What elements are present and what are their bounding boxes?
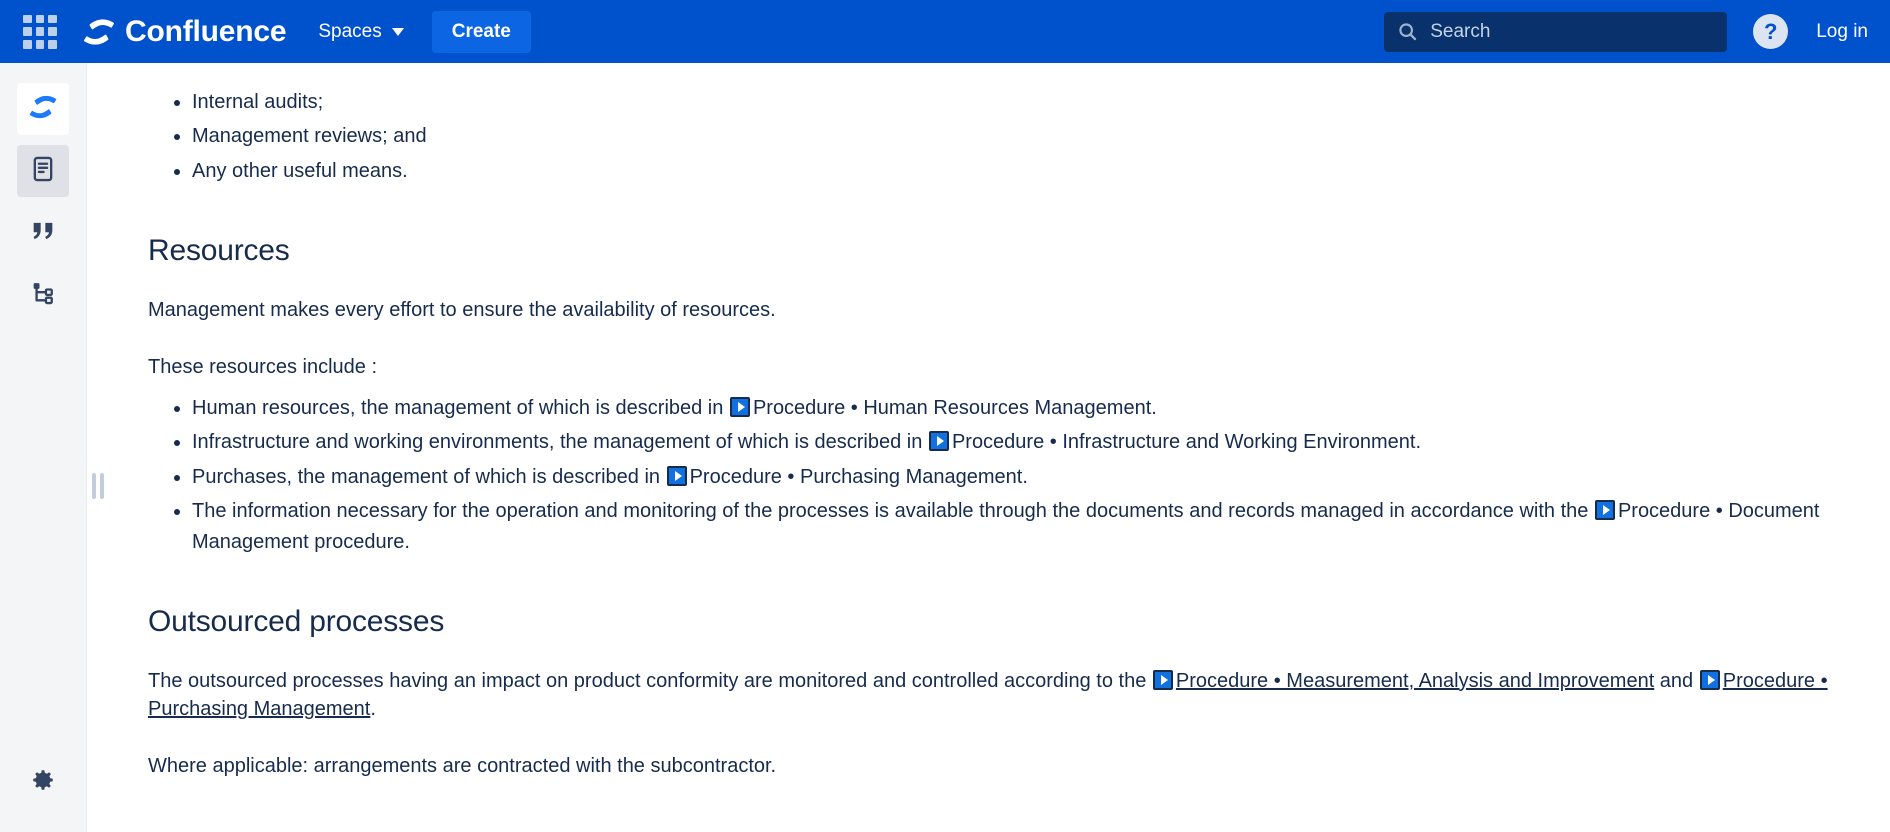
- page-tree-icon: [29, 279, 57, 312]
- help-icon-label: ?: [1763, 18, 1778, 44]
- login-link[interactable]: Log in: [1816, 21, 1868, 43]
- paragraph-middle: and: [1654, 669, 1699, 692]
- grid-cell: [23, 14, 32, 24]
- list-item: Human resources, the management of which…: [192, 393, 1828, 423]
- page-document-icon: [29, 155, 57, 188]
- list-item: Any other useful means.: [192, 156, 1828, 186]
- list-item-prefix: Purchases, the management of which is de…: [192, 465, 666, 488]
- confluence-logo-icon: [28, 92, 58, 127]
- list-item-suffix: .: [1415, 431, 1422, 454]
- page-link[interactable]: Procedure • Purchasing Management: [690, 466, 1023, 488]
- page-link-icon: [1152, 669, 1173, 690]
- page-link-icon: [666, 465, 687, 486]
- paragraph-suffix: .: [370, 698, 376, 721]
- search-input[interactable]: [1428, 19, 1699, 44]
- rail-item-page-tree[interactable]: [17, 269, 69, 321]
- list-item: Infrastructure and working environments,…: [192, 427, 1828, 457]
- outsourced-paragraph-1: The outsourced processes having an impac…: [148, 667, 1828, 724]
- page-link-icon: [1699, 669, 1720, 690]
- drag-handle-bar: [100, 473, 104, 499]
- grid-cell: [48, 27, 57, 36]
- list-item: Purchases, the management of which is de…: [192, 462, 1828, 492]
- brand-name: Confluence: [125, 14, 287, 48]
- resources-list: Human resources, the management of which…: [148, 393, 1828, 557]
- section-heading-resources: Resources: [148, 234, 290, 268]
- list-item-suffix: .: [1022, 465, 1028, 488]
- quote-icon: [29, 217, 57, 250]
- list-item: The information necessary for the operat…: [192, 496, 1828, 557]
- page-link-measurement[interactable]: Procedure • Measurement, Analysis and Im…: [1176, 670, 1654, 692]
- grid-cell: [23, 27, 32, 36]
- page-link-icon: [1594, 500, 1615, 521]
- gear-icon: [30, 767, 56, 798]
- sidebar-resize-handle[interactable]: [87, 472, 109, 500]
- left-rail: [0, 63, 87, 832]
- list-item-suffix: .: [1151, 396, 1157, 419]
- resources-paragraph-1: Management makes every effort to ensure …: [148, 299, 776, 322]
- grid-cell: [23, 39, 32, 49]
- content-body: Internal audits; Management reviews; and…: [148, 63, 1828, 780]
- list-item-prefix: The information necessary for the operat…: [192, 500, 1594, 523]
- nav-right-group: ? Log in: [1384, 11, 1868, 52]
- grid-cell: [48, 14, 57, 24]
- list-item: Internal audits;: [192, 87, 1828, 117]
- nav-spaces-menu[interactable]: Spaces: [312, 0, 409, 63]
- grid-cell: [35, 39, 45, 49]
- page-link-icon: [928, 431, 949, 452]
- rail-item-settings[interactable]: [17, 756, 69, 808]
- help-icon[interactable]: ?: [1753, 14, 1789, 49]
- rail-item-blog[interactable]: [17, 207, 69, 259]
- resources-paragraph-2: These resources include :: [148, 355, 378, 378]
- list-item: Management reviews; and: [192, 121, 1828, 151]
- create-button[interactable]: Create: [431, 10, 531, 53]
- section-heading-outsourced: Outsourced processes: [148, 604, 445, 638]
- page-link[interactable]: Procedure • Human Resources Management: [753, 397, 1151, 419]
- list-item-prefix: Infrastructure and working environments,…: [192, 431, 928, 454]
- top-navigation-bar: Confluence Spaces Create ? Log in: [0, 0, 1890, 63]
- paragraph-prefix: The outsourced processes having an impac…: [148, 669, 1152, 692]
- chevron-down-icon: [391, 27, 404, 36]
- page-link[interactable]: Procedure • Infrastructure and Working E…: [952, 431, 1416, 453]
- search-icon: [1397, 21, 1418, 42]
- rail-item-confluence-logo[interactable]: [17, 83, 69, 135]
- page-content: Internal audits; Management reviews; and…: [88, 63, 1890, 832]
- grid-cell: [48, 39, 57, 49]
- grid-cell: [35, 14, 45, 24]
- list-item-suffix: procedure.: [308, 530, 410, 553]
- grid-cell: [35, 27, 45, 36]
- search-box[interactable]: [1384, 11, 1728, 52]
- confluence-home-link[interactable]: Confluence: [82, 0, 287, 63]
- top-bullet-list: Internal audits; Management reviews; and…: [148, 77, 1828, 186]
- confluence-logo-icon: [82, 15, 116, 49]
- rail-item-pages[interactable]: [17, 145, 69, 197]
- page-link-icon: [729, 396, 750, 417]
- drag-handle-bar: [92, 473, 96, 499]
- grid-apps-icon[interactable]: [23, 14, 57, 49]
- list-item-prefix: Human resources, the management of which…: [192, 396, 729, 419]
- nav-spaces-label: Spaces: [318, 20, 382, 42]
- outsourced-paragraph-2: Where applicable: arrangements are contr…: [148, 754, 777, 777]
